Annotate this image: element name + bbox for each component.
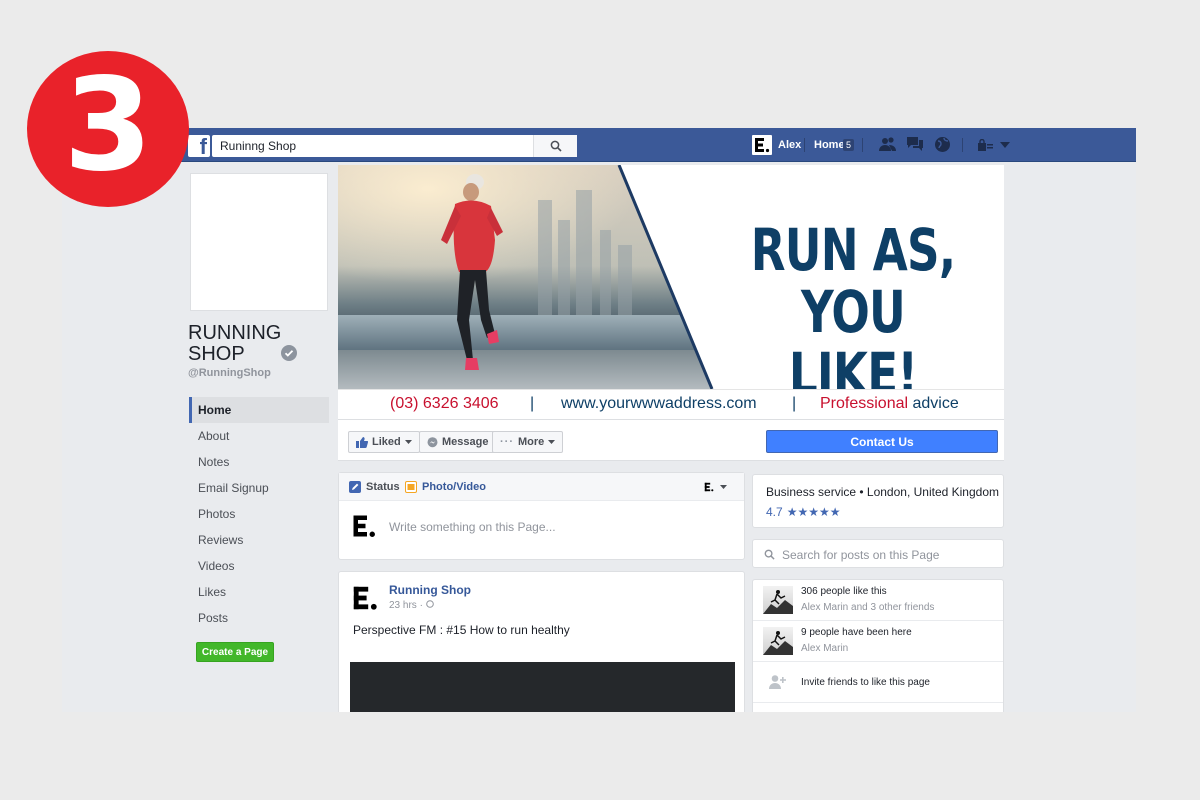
friend-requests-icon[interactable] xyxy=(879,136,897,152)
account-menu-chevron-icon[interactable] xyxy=(1000,142,1010,148)
likes-friends-text: Alex Marin and 3 other friends xyxy=(801,602,935,613)
search-query: Runinng Shop xyxy=(220,139,297,153)
page-handle[interactable]: @RunningShop xyxy=(188,367,271,379)
search-posts-placeholder: Search for posts on this Page xyxy=(782,548,940,562)
nav-item-likes[interactable]: Likes xyxy=(189,579,329,605)
post-media[interactable] xyxy=(350,662,735,712)
chevron-down-icon xyxy=(720,485,727,489)
cover-separator: | xyxy=(530,395,535,412)
post-timestamp[interactable]: 23 hrs · xyxy=(389,600,434,611)
invite-friends-row[interactable]: Invite friends to like this page xyxy=(753,662,1003,703)
cover-tagline: Professional advice xyxy=(820,395,959,412)
post-as-selector[interactable] xyxy=(703,481,727,493)
pencil-icon xyxy=(349,481,361,493)
page-rating[interactable]: 4.7 ★★★★★ xyxy=(766,505,840,519)
page-avatar xyxy=(349,511,379,541)
nav-item-reviews[interactable]: Reviews xyxy=(189,527,329,553)
nav-item-videos[interactable]: Videos xyxy=(189,553,329,579)
topbar-divider xyxy=(962,138,963,152)
composer-body[interactable]: Write something on this Page... xyxy=(339,501,744,559)
liked-button[interactable]: Liked xyxy=(348,431,420,453)
photo-icon xyxy=(405,481,417,493)
rating-stars-icon: ★★★★★ xyxy=(786,505,841,519)
search-icon xyxy=(764,549,775,560)
step-number: 3 xyxy=(63,51,153,200)
page-action-bar: Liked Message ··· More Contact Us xyxy=(338,419,1004,461)
user-avatar[interactable] xyxy=(752,135,772,155)
chevron-down-icon xyxy=(548,440,556,444)
verified-check-icon xyxy=(281,345,297,361)
runner-thumbnail xyxy=(763,627,793,655)
nav-item-email-signup[interactable]: Email Signup xyxy=(189,475,329,501)
business-info-card: Business service • London, United Kingdo… xyxy=(752,474,1004,528)
business-category-location: Business service • London, United Kingdo… xyxy=(766,485,999,499)
rating-value: 4.7 xyxy=(766,505,783,519)
checkins-count-text: 9 people have been here xyxy=(801,627,912,638)
post-author-link[interactable]: Running Shop xyxy=(389,583,471,597)
search-input[interactable]: Runinng Shop xyxy=(212,135,577,157)
more-button[interactable]: ··· More xyxy=(492,431,564,453)
composer-tabs: Status Photo/Video xyxy=(339,473,744,501)
home-link[interactable]: Home xyxy=(814,139,845,151)
search-button[interactable] xyxy=(533,135,577,157)
thumbs-up-icon xyxy=(356,436,368,448)
top-navigation-bar: f Runinng Shop Alex Home 5 xyxy=(62,128,1136,162)
chevron-down-icon xyxy=(404,440,412,444)
privacy-shortcuts-icon[interactable] xyxy=(978,139,994,151)
create-page-button[interactable]: Create a Page xyxy=(196,642,274,662)
post-text: Perspective FM : #15 How to run healthy xyxy=(353,623,570,637)
tab-status[interactable]: Status xyxy=(349,481,400,493)
search-posts-input[interactable]: Search for posts on this Page xyxy=(752,539,1004,568)
contact-us-button[interactable]: Contact Us xyxy=(766,430,998,453)
runner-thumbnail xyxy=(763,586,793,614)
home-notification-count: 5 xyxy=(843,139,855,151)
page-navigation: Home About Notes Email Signup Photos Rev… xyxy=(189,397,329,631)
nav-item-notes[interactable]: Notes xyxy=(189,449,329,475)
nav-item-photos[interactable]: Photos xyxy=(189,501,329,527)
profile-picture[interactable] xyxy=(190,173,328,311)
likes-row[interactable]: 306 people like this Alex Marin and 3 ot… xyxy=(753,580,1003,621)
nav-item-about[interactable]: About xyxy=(189,423,329,449)
composer-placeholder[interactable]: Write something on this Page... xyxy=(389,520,556,534)
likes-count-text: 306 people like this xyxy=(801,586,887,597)
checkins-row[interactable]: 9 people have been here Alex Marin xyxy=(753,621,1003,662)
post-composer: Status Photo/Video Write something on th… xyxy=(338,472,745,560)
globe-icon xyxy=(425,600,434,608)
invite-friends-text: Invite friends to like this page xyxy=(801,677,930,688)
tab-photo-video[interactable]: Photo/Video xyxy=(405,481,486,493)
headline-line-2: YOU LIKE! xyxy=(788,278,918,389)
page-avatar-icon xyxy=(704,482,714,492)
nav-item-home[interactable]: Home xyxy=(189,397,329,423)
message-button[interactable]: Message xyxy=(419,431,497,453)
facebook-logo-icon[interactable]: f xyxy=(188,134,210,159)
cover-contact-strip: (03) 6326 3406 | www.yourwwwaddress.com … xyxy=(338,389,1004,419)
topbar-divider xyxy=(862,138,863,152)
messenger-icon xyxy=(427,436,438,447)
cover-website: www.yourwwwaddress.com xyxy=(561,395,757,412)
search-icon xyxy=(550,140,562,152)
cover-photo[interactable]: RUN AS, YOU LIKE! xyxy=(338,165,1004,389)
messages-icon[interactable] xyxy=(906,136,924,152)
facebook-page-screenshot: f Runinng Shop Alex Home 5 RUNNING SHOP … xyxy=(62,128,1136,712)
step-number-badge: 3 xyxy=(27,51,189,207)
cover-separator: | xyxy=(792,395,797,412)
cover-headline: RUN AS, YOU LIKE! xyxy=(748,219,959,389)
nav-item-posts[interactable]: Posts xyxy=(189,605,329,631)
feed-post: Running Shop 23 hrs · Perspective FM : #… xyxy=(338,571,745,712)
community-card: 306 people like this Alex Marin and 3 ot… xyxy=(752,579,1004,712)
checkins-friends-text: Alex Marin xyxy=(801,643,849,654)
topbar-divider xyxy=(804,138,805,152)
headline-line-1: RUN AS, xyxy=(750,216,956,284)
add-friend-icon xyxy=(769,675,786,689)
cover-phone: (03) 6326 3406 xyxy=(390,395,499,412)
post-author-avatar[interactable] xyxy=(349,582,381,614)
notifications-globe-icon[interactable] xyxy=(934,136,951,153)
more-dots-icon: ··· xyxy=(500,436,514,448)
user-name-link[interactable]: Alex xyxy=(778,139,801,151)
